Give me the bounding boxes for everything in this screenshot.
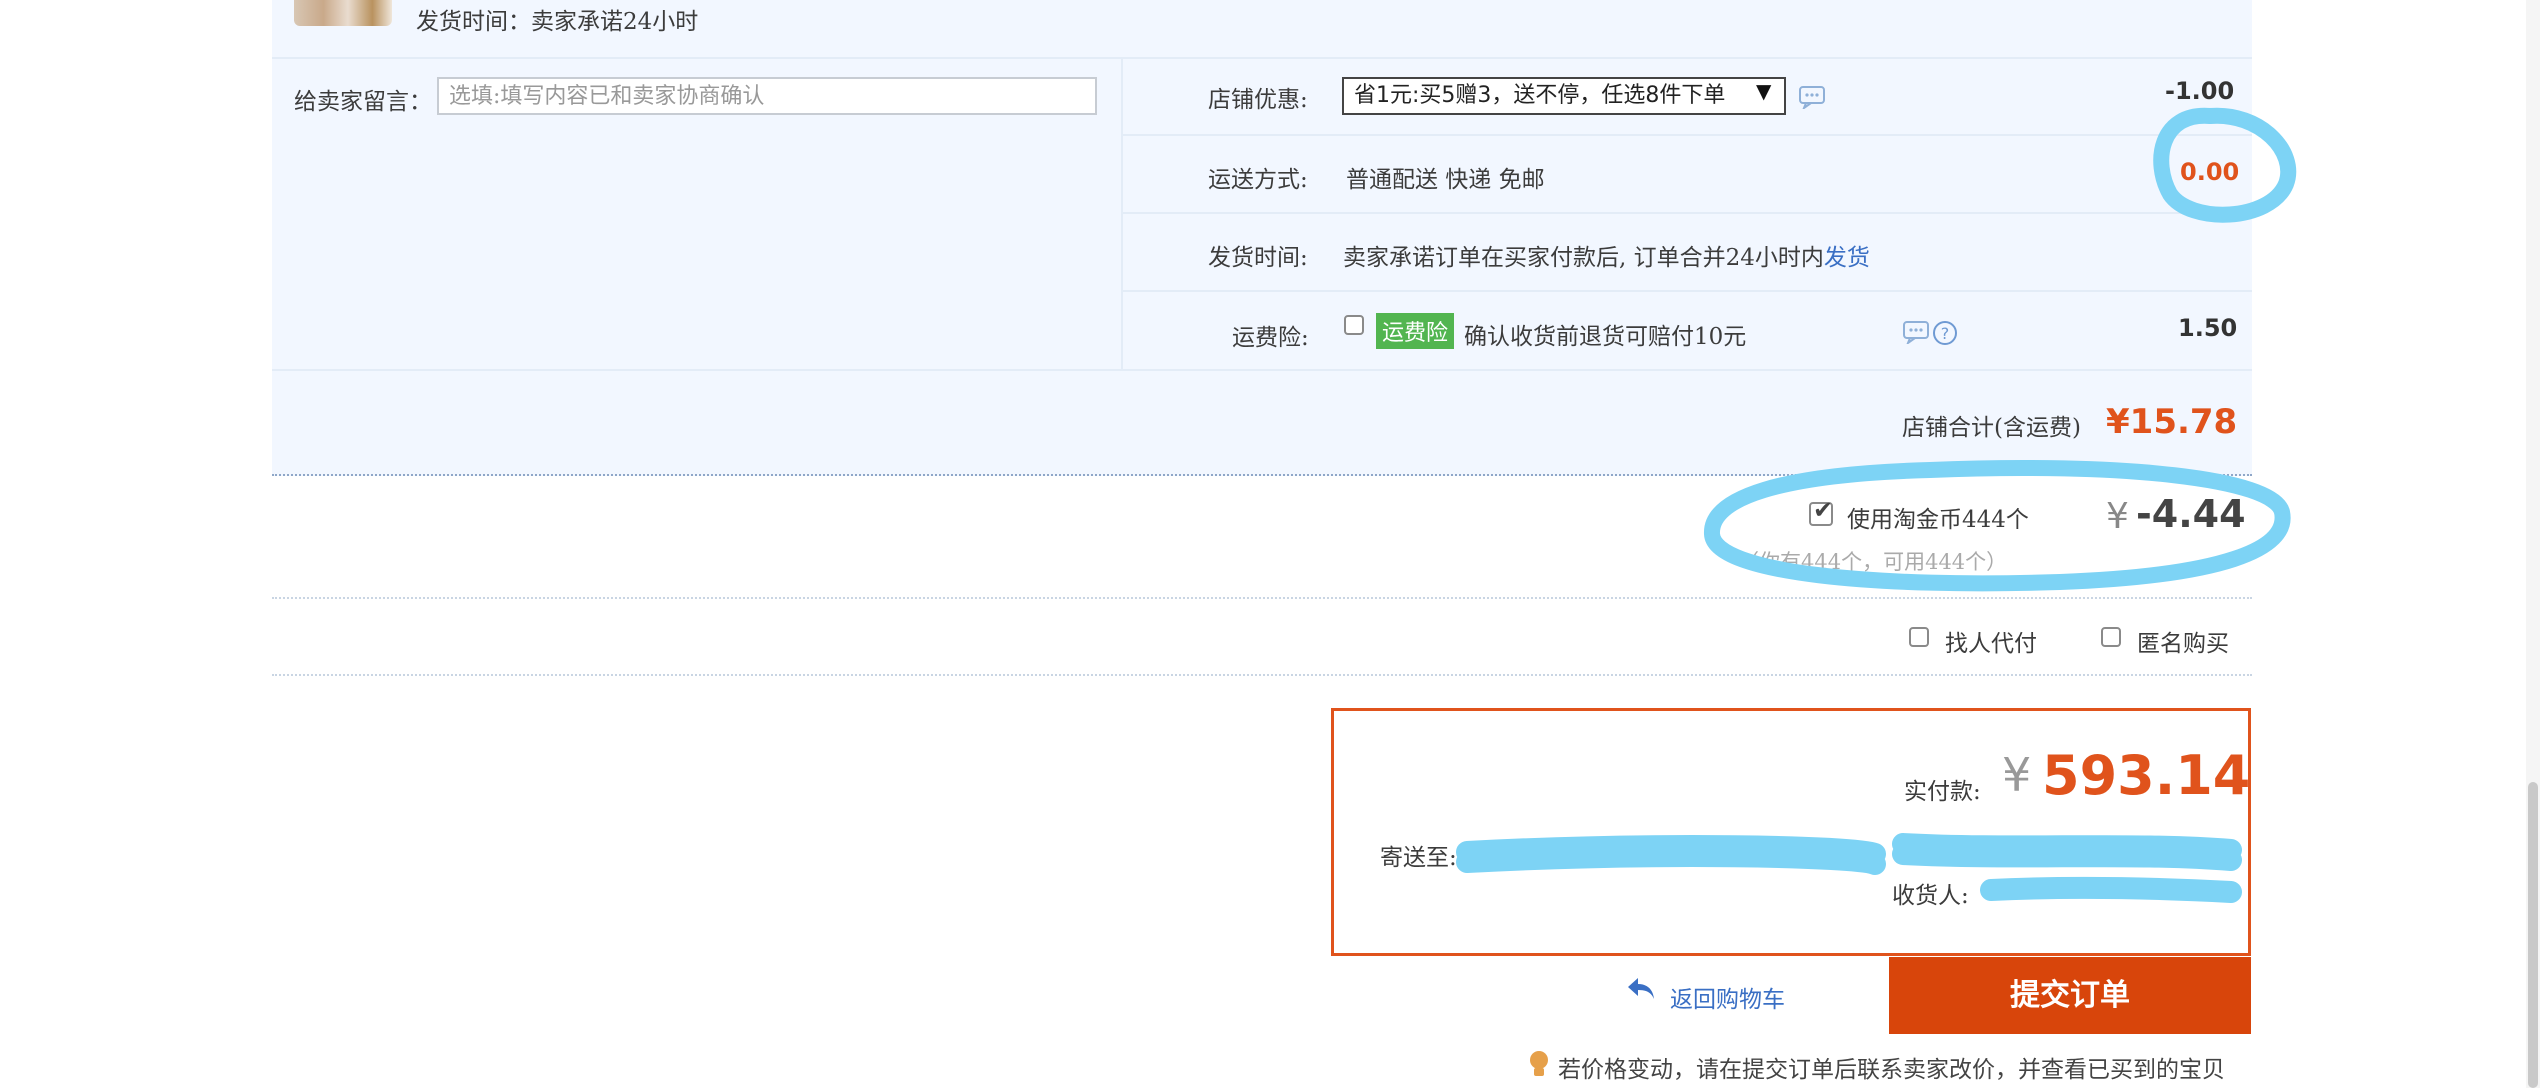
ship-to-label: 寄送至: — [1380, 845, 1457, 871]
payment-currency: ¥ — [2002, 748, 2032, 802]
shop-total-amount: ¥15.78 — [2106, 402, 2238, 442]
anonymous-checkbox[interactable] — [2101, 627, 2121, 647]
anonymous-label: 匿名购买 — [2137, 631, 2229, 657]
chat-icon[interactable] — [1798, 85, 1828, 109]
highlight-circle — [2153, 107, 2297, 223]
payment-label: 实付款: — [1904, 779, 1981, 805]
insurance-checkbox[interactable] — [1344, 315, 1364, 335]
highlight-circle — [1704, 459, 2291, 592]
help-icon[interactable]: ? — [1932, 320, 1958, 346]
svg-text:?: ? — [1941, 324, 1950, 343]
divider — [1121, 57, 1123, 371]
shop-total-label: 店铺合计(含运费) — [1902, 415, 2081, 441]
back-to-cart-link[interactable]: 返回购物车 — [1670, 980, 1785, 1014]
payment-amount: 593.14 — [2042, 744, 2251, 807]
product-ship-time: 发货时间：卖家承诺24小时 — [416, 9, 699, 35]
insurance-amount: 1.50 — [2178, 314, 2238, 342]
back-arrow-icon[interactable] — [1626, 976, 1656, 1006]
message-label: 给卖家留言： — [294, 89, 432, 115]
lightbulb-icon — [1528, 1050, 1550, 1084]
shop-discount-select[interactable]: 省1元:买5赠3，送不停，任选8件下单 — [1342, 77, 1786, 115]
chevron-down-icon[interactable]: ▼ — [1756, 79, 1771, 103]
shipping-method: 普通配送 快递 免邮 — [1346, 167, 1545, 193]
delivery-promise-text: 卖家承诺订单在买家付款后, 订单合并24小时内 — [1343, 245, 1824, 271]
insurance-label: 运费险: — [1232, 325, 1309, 351]
divider — [272, 674, 2252, 676]
redaction-scribble — [1456, 833, 2242, 903]
chat-icon[interactable] — [1902, 320, 1932, 344]
divider — [272, 57, 2252, 59]
delivery-label: 发货时间: — [1208, 245, 1308, 271]
delivery-link[interactable]: 发货 — [1824, 245, 1870, 271]
divider — [1123, 290, 2252, 292]
proxy-pay-label: 找人代付 — [1945, 631, 2037, 657]
message-input[interactable]: 选填:填写内容已和卖家协商确认 — [437, 77, 1097, 115]
insurance-badge: 运费险 — [1376, 313, 1455, 349]
proxy-pay-checkbox[interactable] — [1909, 627, 1929, 647]
insurance-description: 确认收货前退货可赔付10元 — [1464, 324, 1747, 350]
shop-discount-amount: -1.00 — [2165, 77, 2235, 105]
divider — [272, 369, 2252, 371]
divider — [1123, 134, 2252, 136]
shipping-label: 运送方式: — [1208, 167, 1308, 193]
submit-order-button[interactable]: 提交订单 — [1889, 957, 2251, 1034]
shop-discount-label: 店铺优惠: — [1208, 87, 1308, 113]
product-thumbnail[interactable] — [294, 0, 392, 26]
scrollbar-thumb[interactable] — [2528, 782, 2538, 1088]
price-change-tip: 若价格变动，请在提交订单后联系卖家改价，并查看已买到的宝贝 — [1558, 1057, 2225, 1083]
divider — [1123, 212, 2252, 214]
delivery-promise: 卖家承诺订单在买家付款后, 订单合并24小时内发货 — [1343, 238, 1870, 272]
